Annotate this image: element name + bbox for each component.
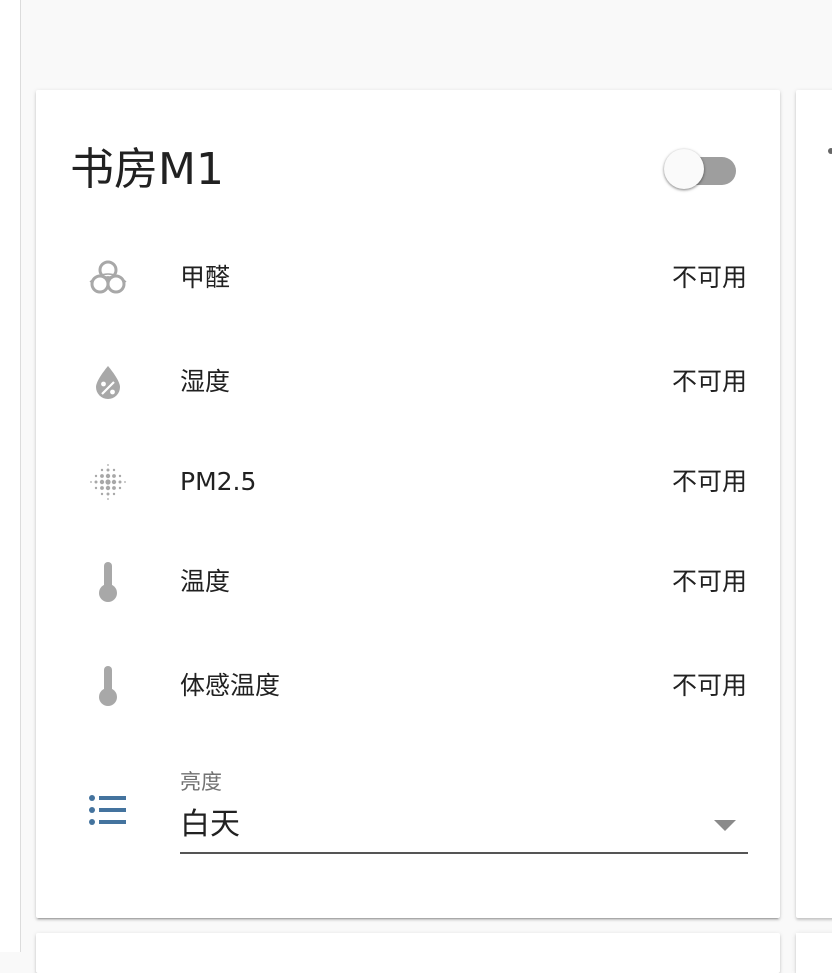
dropdown-arrow-icon[interactable]: [714, 820, 736, 831]
entity-row-formaldehyde[interactable]: 甲醛 不可用: [36, 248, 780, 308]
entity-value: 不可用: [671, 671, 747, 700]
next-card: [36, 933, 780, 973]
entity-label: 体感温度: [180, 671, 281, 700]
entity-label: 温度: [180, 567, 231, 596]
sidebar-edge: [0, 0, 21, 952]
select-label: 亮度: [180, 770, 222, 794]
entity-row-pm25[interactable]: PM2.5 不可用: [36, 452, 780, 512]
thermometer-icon: [84, 664, 132, 708]
brightness-select[interactable]: 亮度 白天: [180, 762, 748, 854]
biohazard-icon: [84, 256, 132, 300]
card-title: 书房M1: [70, 144, 224, 195]
entity-row-humidity[interactable]: 湿度 不可用: [36, 352, 780, 412]
entity-value: 不可用: [671, 467, 747, 496]
entity-label: 湿度: [180, 367, 231, 396]
entity-label: PM2.5: [180, 467, 257, 496]
entity-value: 不可用: [671, 367, 747, 396]
particles-dots-icon: [84, 460, 132, 504]
entity-row-feels-like[interactable]: 体感温度 不可用: [36, 656, 780, 716]
select-value: 白天: [180, 807, 240, 842]
next-card-right: [796, 933, 832, 973]
entities-card: 书房M1 甲醛 不可用 湿度 不可用 PM2.5 不可用 温度 不可用 体感温度…: [36, 90, 780, 918]
format-list-bulleted-icon: [84, 786, 132, 834]
brightness-select-row: 亮度 白天: [36, 762, 780, 854]
entity-value: 不可用: [671, 263, 747, 292]
power-toggle[interactable]: [664, 149, 736, 189]
select-underline: [180, 852, 748, 854]
adjacent-card: [796, 90, 832, 918]
entity-row-temperature[interactable]: 温度 不可用: [36, 552, 780, 612]
adjacent-card-fragment: [828, 148, 832, 154]
thermometer-icon: [84, 560, 132, 604]
entity-value: 不可用: [671, 567, 747, 596]
entity-label: 甲醛: [180, 263, 231, 292]
water-percent-icon: [84, 360, 132, 404]
toggle-thumb: [664, 149, 704, 189]
